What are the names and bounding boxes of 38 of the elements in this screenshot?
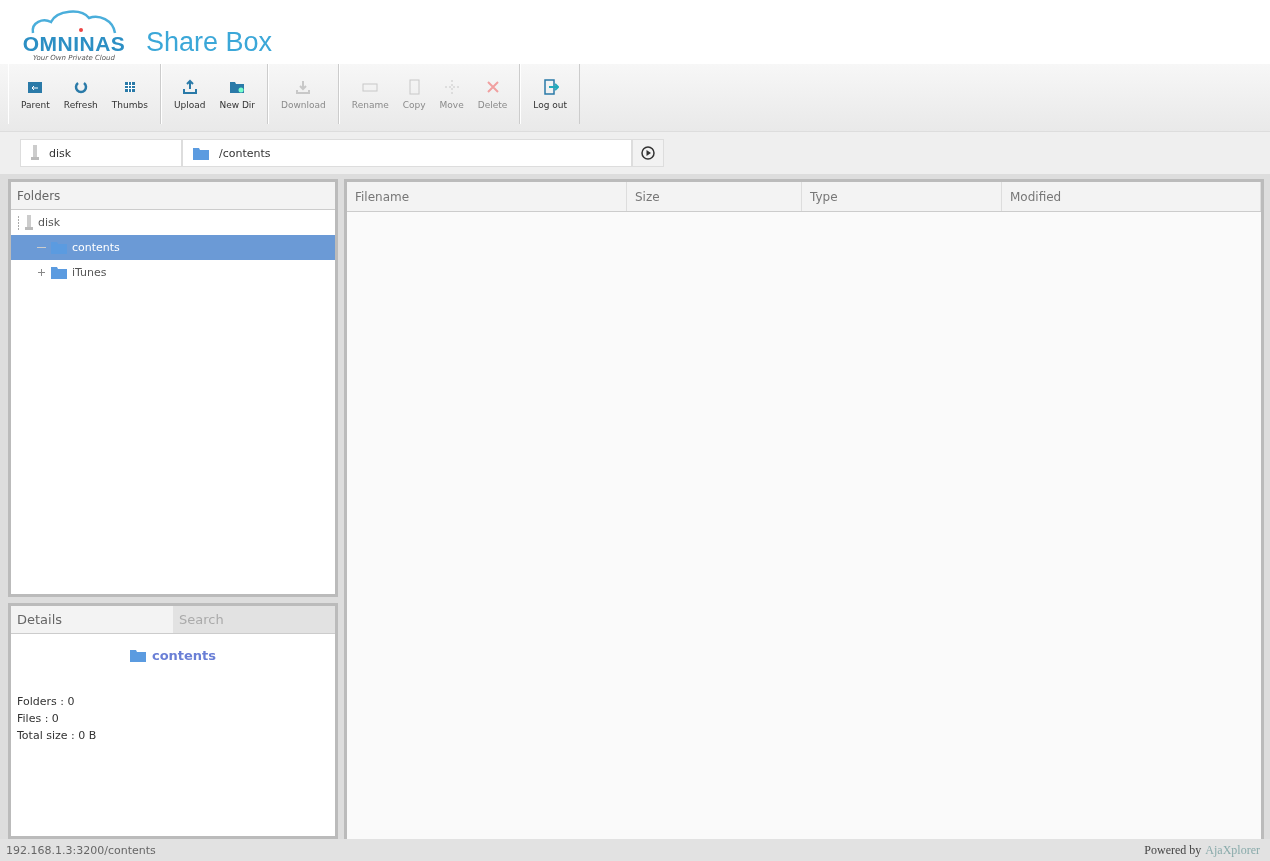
disk-icon [31, 145, 39, 161]
expand-icon[interactable] [37, 268, 46, 277]
toolbar-button[interactable]: Parent [15, 74, 56, 114]
app-title: Share Box [146, 27, 273, 58]
go-button[interactable] [632, 139, 664, 167]
tree-line-icon[interactable] [17, 215, 20, 230]
status-url: 192.168.1.3:3200/contents [6, 843, 156, 857]
panel-title: Folders [17, 188, 61, 203]
selected-folder-name: contents [151, 648, 217, 663]
logout-icon [541, 78, 560, 95]
disk-icon [25, 214, 33, 231]
upload-icon [180, 78, 199, 95]
folder-icon [129, 649, 146, 662]
toolbar-button[interactable]: Refresh [57, 74, 104, 114]
folder-icon [193, 146, 209, 160]
cloud-logo-icon [29, 8, 119, 34]
folder-tree-item[interactable]: disk [11, 210, 335, 235]
powered-by-text: Powered by [1144, 842, 1202, 857]
folder-stat: Total size : 0 B [16, 728, 98, 744]
folder-tree-item[interactable]: iTunes [11, 260, 335, 285]
toolbar-button[interactable]: Thumbs [105, 74, 154, 114]
toolbar-button[interactable]: Upload [167, 74, 212, 114]
folder-icon [51, 266, 67, 279]
play-icon [641, 146, 655, 160]
path-field[interactable]: /contents [182, 139, 632, 167]
column-header[interactable]: Size [627, 182, 802, 211]
move-icon [442, 78, 461, 95]
column-header[interactable]: Filename [347, 182, 627, 211]
column-header[interactable]: Type [802, 182, 1002, 211]
toolbar-button[interactable]: Log out [527, 74, 573, 114]
folder-stat: Folders : 0 [16, 694, 76, 710]
brand-logo: OMNINAS [22, 34, 126, 54]
column-header[interactable]: Modified [1002, 182, 1261, 211]
toolbar-button[interactable]: New Dir [213, 74, 262, 114]
folder-tree-item[interactable]: contents [11, 235, 335, 260]
repository-field[interactable]: disk [20, 139, 182, 167]
download-icon [294, 78, 313, 95]
folder-stat: Files : 0 [16, 711, 60, 727]
